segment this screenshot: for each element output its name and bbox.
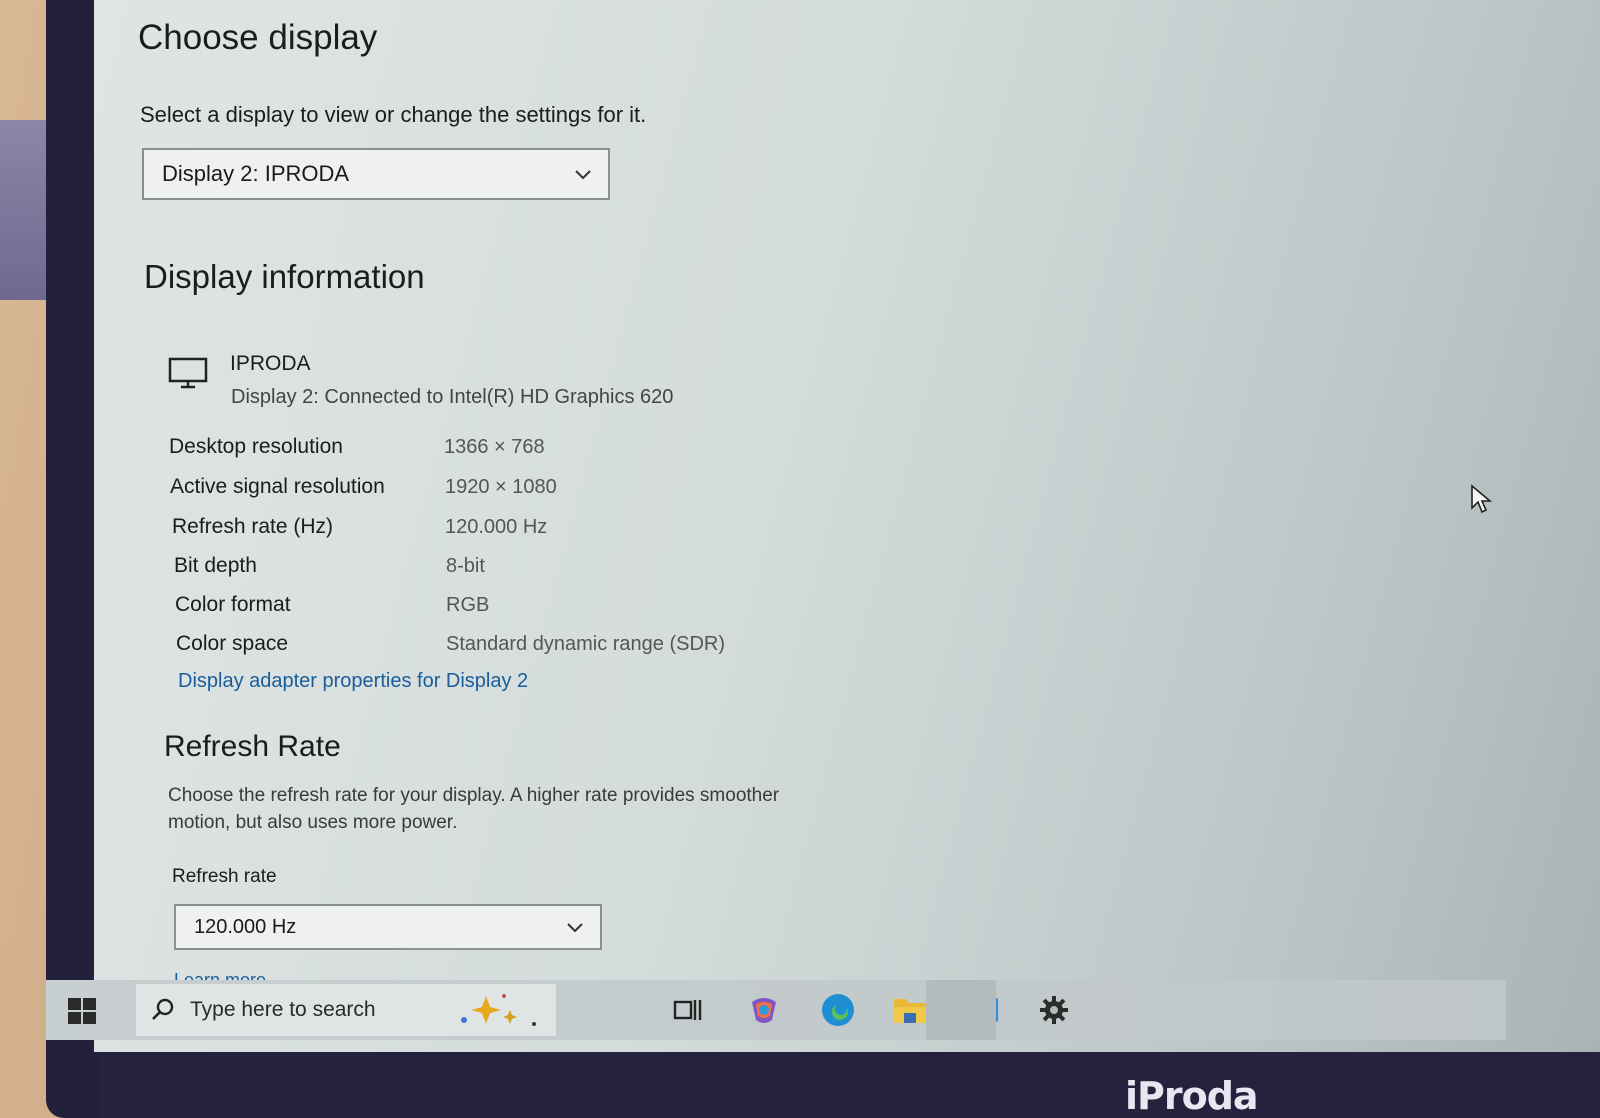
- search-placeholder: Type here to search: [190, 998, 376, 1021]
- choose-display-subtitle: Select a display to view or change the s…: [140, 102, 647, 127]
- info-value-desktop-resolution: 1366 × 768: [444, 436, 545, 458]
- laptop-bezel-bottom: [100, 1052, 1600, 1118]
- info-value-refresh-rate: 120.000 Hz: [445, 516, 548, 538]
- refresh-rate-dropdown[interactable]: 120.000 Hz: [174, 904, 602, 950]
- chevron-down-icon: [575, 170, 591, 180]
- refresh-rate-description: Choose the refresh rate for your display…: [168, 785, 780, 833]
- taskbar-active-highlight: [926, 980, 996, 1040]
- info-label-bit-depth: Bit depth: [174, 554, 257, 577]
- search-highlight-icon[interactable]: [446, 990, 556, 1030]
- display-select-value: Display 2: IPRODA: [162, 161, 350, 186]
- settings-icon[interactable]: [1036, 992, 1072, 1028]
- laptop-brand-logo: iProda: [1125, 1074, 1259, 1118]
- file-explorer-icon[interactable]: [892, 992, 928, 1028]
- edge-icon[interactable]: [820, 992, 856, 1028]
- display-adapter-properties-link[interactable]: Display adapter properties for Display 2: [178, 670, 528, 693]
- refresh-rate-title: Refresh Rate: [164, 730, 341, 763]
- mouse-pointer-icon: [1471, 484, 1493, 514]
- info-value-active-signal-resolution: 1920 × 1080: [445, 476, 557, 498]
- info-value-color-format: RGB: [446, 594, 490, 616]
- info-label-color-space: Color space: [176, 632, 289, 655]
- choose-display-title: Choose display: [138, 18, 378, 57]
- info-label-desktop-resolution: Desktop resolution: [169, 435, 343, 458]
- settings-content: Choose display Select a display to view …: [94, 0, 1600, 1000]
- search-icon: [152, 998, 174, 1020]
- copilot-icon[interactable]: [746, 992, 782, 1028]
- taskbar: Type here to search: [46, 980, 1506, 1040]
- monitor-description: Display 2: Connected to Intel(R) HD Grap…: [231, 386, 674, 408]
- refresh-rate-label: Refresh rate: [172, 866, 277, 887]
- info-value-color-space: Standard dynamic range (SDR): [446, 633, 726, 655]
- monitor-name: IPRODA: [230, 352, 311, 375]
- info-value-bit-depth: 8-bit: [446, 555, 485, 577]
- screen: Choose display Select a display to view …: [94, 0, 1600, 1052]
- monitor-icon: [168, 357, 208, 389]
- info-label-color-format: Color format: [175, 593, 291, 616]
- refresh-rate-value: 120.000 Hz: [194, 915, 297, 938]
- windows-start-icon[interactable]: [68, 998, 96, 1024]
- chevron-down-icon: [567, 923, 583, 933]
- display-select-dropdown[interactable]: Display 2: IPRODA: [142, 148, 610, 200]
- info-label-refresh-rate: Refresh rate (Hz): [172, 515, 334, 538]
- display-information-title: Display information: [144, 258, 425, 295]
- info-label-active-signal-resolution: Active signal resolution: [170, 475, 385, 498]
- task-view-icon[interactable]: [670, 992, 706, 1028]
